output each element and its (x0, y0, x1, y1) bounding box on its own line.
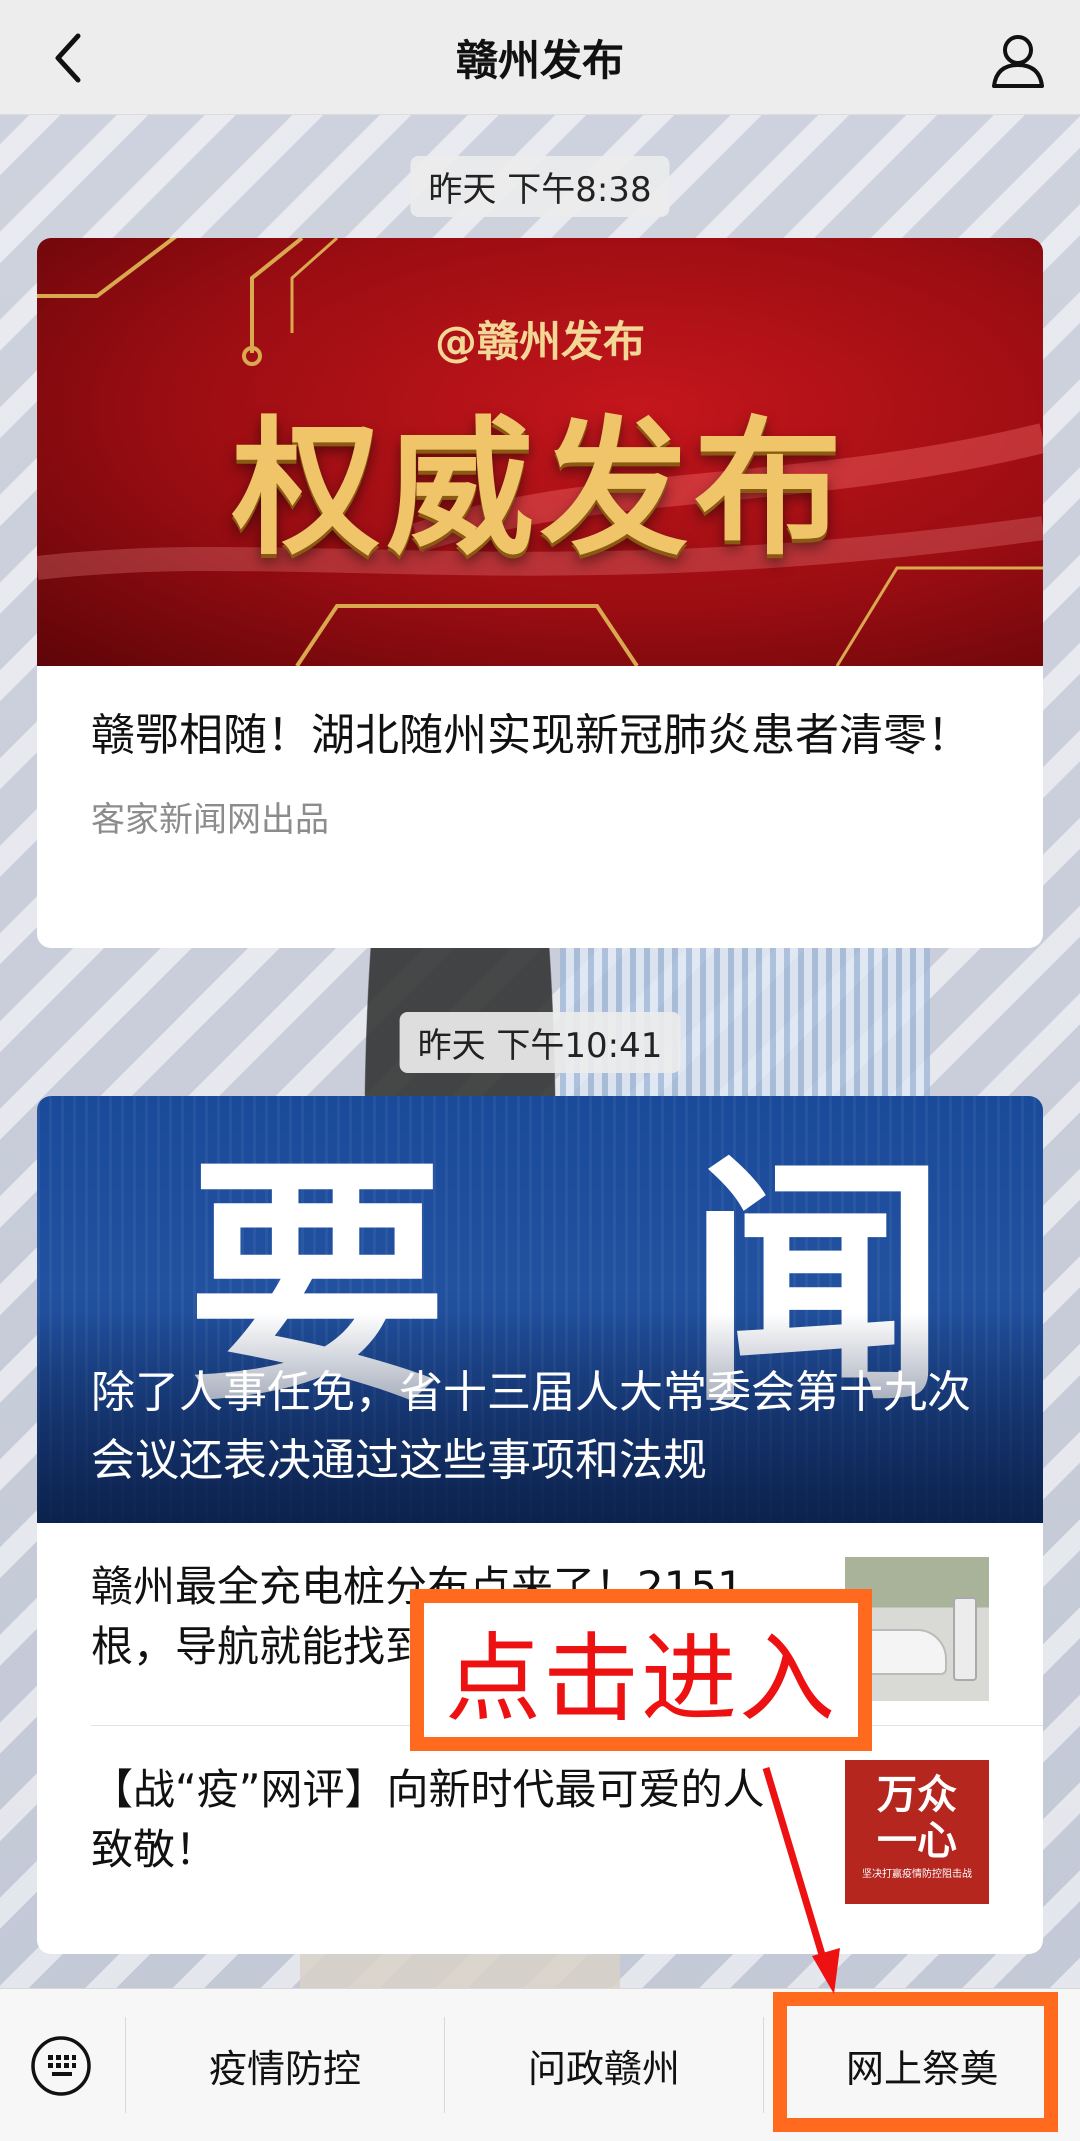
chevron-left-icon (55, 33, 81, 83)
article-cover[interactable]: @赣州发布 权威发布 (37, 238, 1043, 666)
page-title: 赣州发布 (455, 35, 624, 85)
annotation-highlight-frame (773, 1992, 1058, 2132)
list-item[interactable]: 【战“疫”网评】向新时代最可爱的人致敬！ 万众 一心 坚决打赢疫情防控阻击战 (91, 1726, 989, 1926)
top-bar: 赣州发布 (0, 0, 1080, 115)
user-icon (992, 35, 1044, 88)
annotation-label: 点击进入 (445, 1622, 837, 1735)
article-headline[interactable]: 除了人事任免，省十三届人大常委会第十九次会议还表决通过这些事项和法规 (91, 1359, 989, 1495)
message-timestamp: 昨天 下午8:38 (410, 156, 670, 217)
list-item-thumbnail[interactable]: 万众 一心 坚决打赢疫情防控阻击战 (845, 1760, 989, 1904)
annotation-callout: 点击进入 (410, 1589, 872, 1751)
message-timestamp: 昨天 下午10:41 (399, 1012, 681, 1073)
keyboard-toggle-button[interactable] (30, 2035, 92, 2097)
thumb-text: 一心 (877, 1818, 957, 1864)
keyboard-icon (31, 2036, 91, 2096)
article-source: 客家新闻网出品 (91, 800, 329, 840)
back-button[interactable] (40, 28, 100, 88)
profile-button[interactable] (986, 28, 1050, 92)
list-item-title[interactable]: 【战“疫”网评】向新时代最可爱的人致敬！ (91, 1760, 791, 1880)
menu-item-ask-government[interactable]: 问政赣州 (445, 1989, 763, 2141)
article-headline[interactable]: 赣鄂相随！湖北随州实现新冠肺炎患者清零！ (37, 666, 1043, 764)
cover-handle: @赣州发布 (434, 317, 645, 366)
article-card[interactable]: @赣州发布 权威发布 赣鄂相随！湖北随州实现新冠肺炎患者清零！ 客家新闻网出品 (37, 238, 1043, 948)
menu-item-epidemic-control[interactable]: 疫情防控 (126, 1989, 444, 2141)
thumb-caption: 坚决打赢疫情防控阻击战 (862, 1869, 972, 1880)
thumb-text: 万众 (877, 1772, 957, 1818)
charging-pile-image (953, 1597, 977, 1681)
cover-title: 权威发布 (232, 403, 848, 575)
article-cover[interactable]: 要 闻 除了人事任免，省十三届人大常委会第十九次会议还表决通过这些事项和法规 (37, 1096, 1043, 1523)
article-card[interactable]: 要 闻 除了人事任免，省十三届人大常委会第十九次会议还表决通过这些事项和法规 赣… (37, 1096, 1043, 1954)
